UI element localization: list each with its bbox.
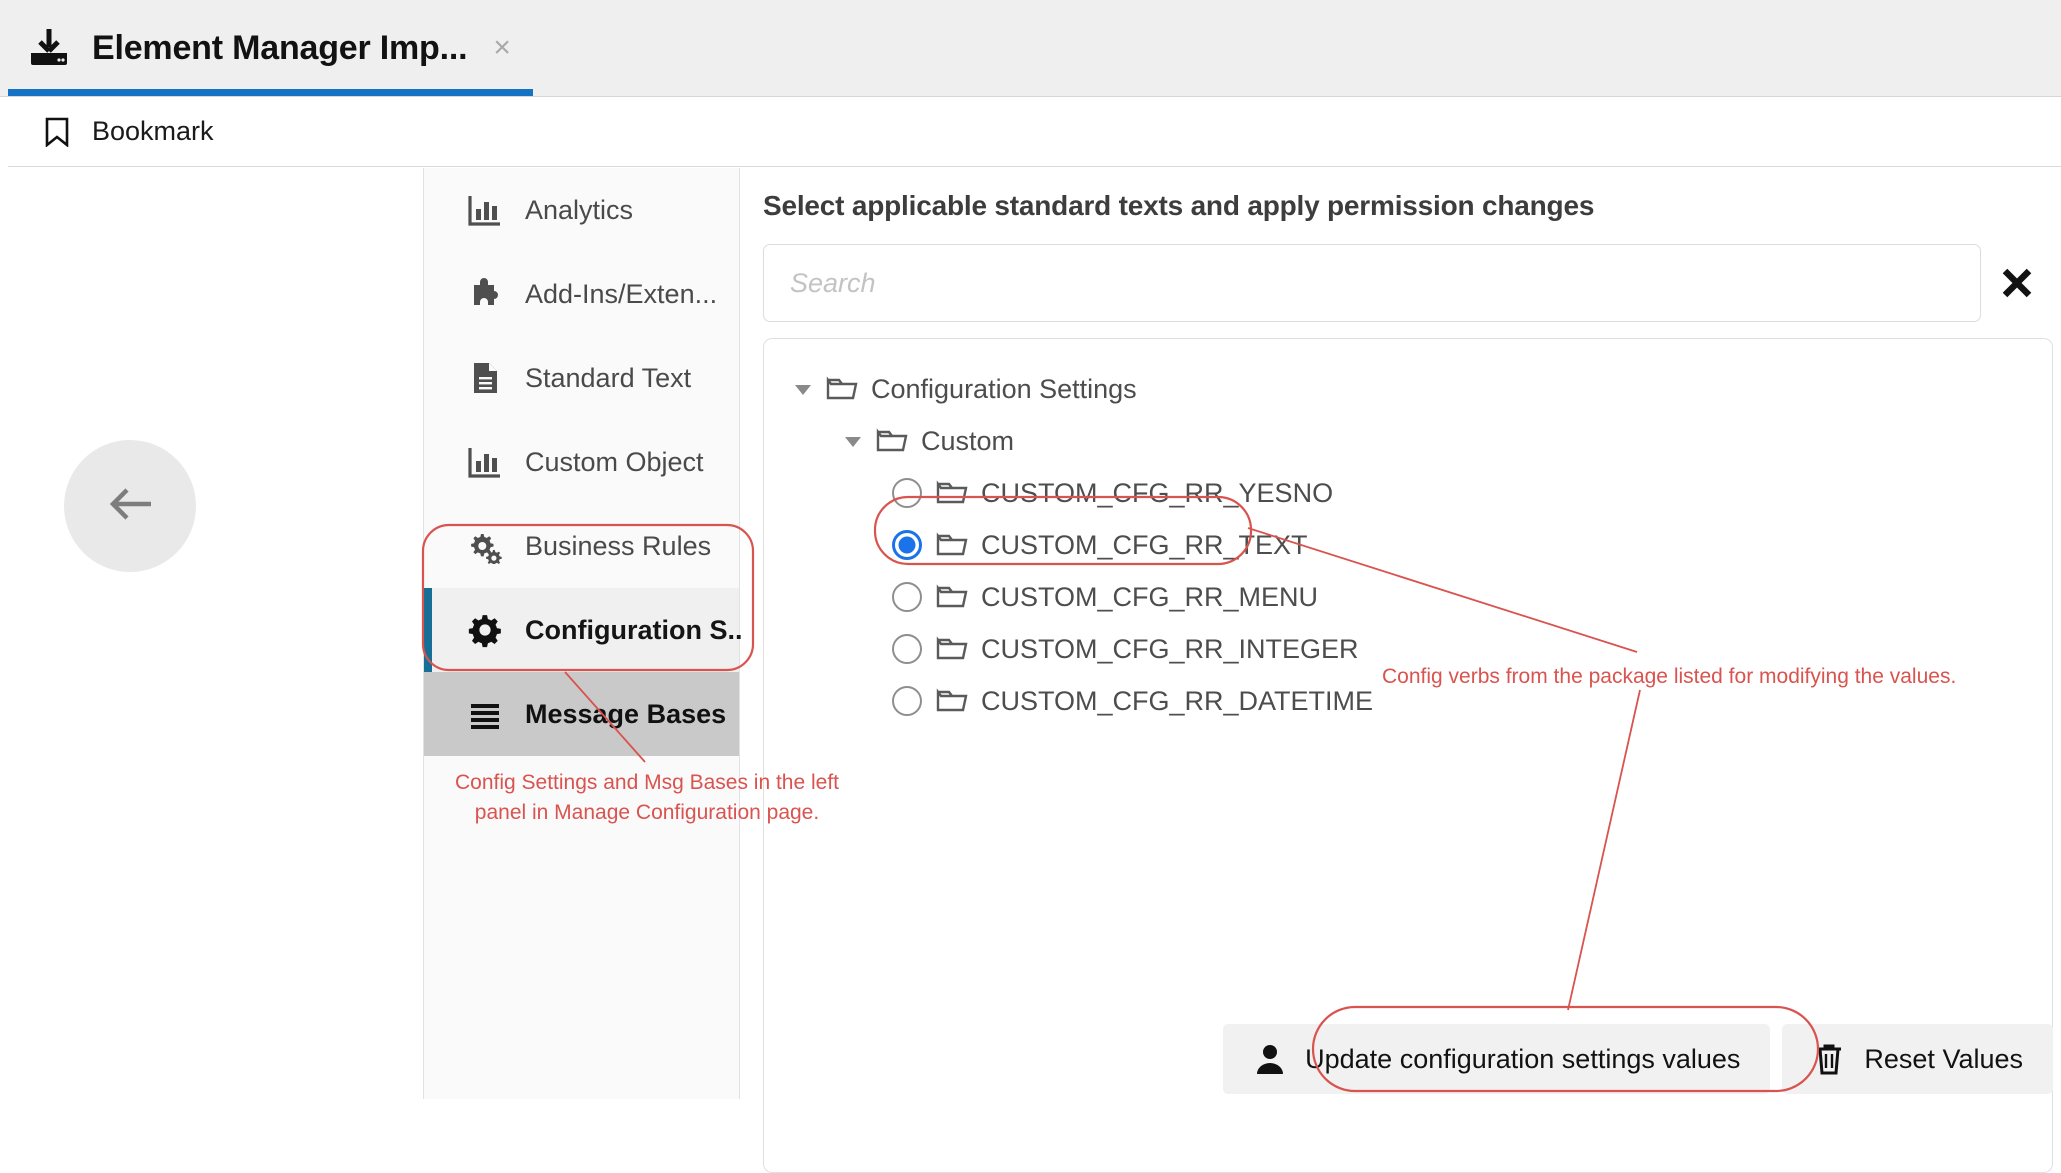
- sidebar-item-business-rules[interactable]: Business Rules: [424, 504, 739, 588]
- folder-icon: [826, 375, 858, 403]
- folder-icon: [876, 427, 908, 455]
- tree-row[interactable]: Configuration Settings: [764, 363, 2052, 415]
- tree-item-radio[interactable]: [892, 634, 922, 664]
- back-button[interactable]: [64, 440, 196, 572]
- tree-item-radio[interactable]: [892, 478, 922, 508]
- close-icon[interactable]: ×: [493, 33, 511, 63]
- sidebar-item-analytics[interactable]: Analytics: [424, 168, 739, 252]
- tree-item-label: CUSTOM_CFG_RR_INTEGER: [981, 634, 1359, 665]
- main-content-panel: Select applicable standard texts and app…: [741, 168, 2061, 1099]
- sidebar-item-label: Message Bases: [525, 699, 726, 730]
- puzzle-piece-icon: [467, 276, 503, 312]
- tree-item-radio[interactable]: [892, 686, 922, 716]
- gears-icon: [467, 528, 503, 564]
- folder-icon: [936, 531, 968, 559]
- tree-item-label: Configuration Settings: [871, 374, 1137, 405]
- button-label: Reset Values: [1864, 1044, 2023, 1075]
- sidebar-item-label: Add-Ins/Exten...: [525, 279, 717, 310]
- tree-item-label: CUSTOM_CFG_RR_MENU: [981, 582, 1318, 613]
- sidebar-item-label: Custom Object: [525, 447, 704, 478]
- sidebar-item-add-ins-extensions[interactable]: Add-Ins/Exten...: [424, 252, 739, 336]
- folder-icon: [936, 479, 968, 507]
- search-input[interactable]: [788, 245, 1980, 321]
- tree-row[interactable]: CUSTOM_CFG_RR_YESNO: [764, 467, 2052, 519]
- sidebar-item-label: Standard Text: [525, 363, 691, 394]
- bookmark-label: Bookmark: [92, 116, 214, 147]
- tree-item-label: CUSTOM_CFG_RR_DATETIME: [981, 686, 1373, 717]
- tree-item-label: CUSTOM_CFG_RR_TEXT: [981, 530, 1308, 561]
- bar-chart-icon: [467, 444, 503, 480]
- sidebar-item-configuration-settings[interactable]: Configuration S...: [424, 588, 739, 672]
- search-row: [763, 244, 2053, 322]
- bookmark-bar[interactable]: Bookmark: [8, 97, 2061, 167]
- page-title: Select applicable standard texts and app…: [763, 190, 1594, 222]
- close-x-icon[interactable]: [1981, 244, 2053, 322]
- tree-row[interactable]: CUSTOM_CFG_RR_TEXT: [764, 519, 2052, 571]
- tree-row[interactable]: Custom: [764, 415, 2052, 467]
- annotation-text-left: Config Settings and Msg Bases in the lef…: [452, 768, 842, 829]
- user-icon: [1253, 1042, 1287, 1076]
- left-empty-panel: [0, 168, 422, 1099]
- footer-actions: Update configuration settings values Res…: [1223, 1019, 2053, 1099]
- document-icon: [467, 360, 503, 396]
- trash-icon: [1812, 1042, 1846, 1076]
- download-icon: [26, 25, 72, 71]
- arrow-left-icon: [103, 484, 157, 529]
- sidebar-item-label: Configuration S...: [525, 615, 750, 646]
- sidebar-item-label: Business Rules: [525, 531, 711, 562]
- update-configuration-settings-values-button[interactable]: Update configuration settings values: [1223, 1024, 1770, 1094]
- sidebar-item-label: Analytics: [525, 195, 633, 226]
- caret-down-icon[interactable]: [840, 428, 866, 454]
- reset-values-button[interactable]: Reset Values: [1782, 1024, 2053, 1094]
- configuration-sidebar: Analytics Add-Ins/Exten... Standard: [423, 168, 740, 1099]
- tree-item-label: Custom: [921, 426, 1014, 457]
- sidebar-item-message-bases[interactable]: Message Bases: [424, 672, 739, 756]
- folder-icon: [936, 635, 968, 663]
- caret-down-icon[interactable]: [790, 376, 816, 402]
- sidebar-item-custom-object[interactable]: Custom Object: [424, 420, 739, 504]
- tree-item-radio[interactable]: [892, 582, 922, 612]
- search-box[interactable]: [763, 244, 1981, 322]
- list-lines-icon: [467, 696, 503, 732]
- window-title: Element Manager Imp...: [92, 29, 467, 68]
- gear-icon: [467, 612, 503, 648]
- bookmark-icon: [44, 117, 70, 147]
- sidebar-item-standard-text[interactable]: Standard Text: [424, 336, 739, 420]
- bar-chart-icon: [467, 192, 503, 228]
- window-title-bar: Element Manager Imp... ×: [0, 0, 2061, 96]
- active-tab-underline: [8, 89, 533, 96]
- folder-icon: [936, 687, 968, 715]
- page-body: Analytics Add-Ins/Exten... Standard: [0, 168, 2061, 1099]
- annotation-text-right: Config verbs from the package listed for…: [1382, 662, 1962, 692]
- folder-icon: [936, 583, 968, 611]
- tree-row[interactable]: CUSTOM_CFG_RR_MENU: [764, 571, 2052, 623]
- tree-item-label: CUSTOM_CFG_RR_YESNO: [981, 478, 1333, 509]
- button-label: Update configuration settings values: [1305, 1044, 1740, 1075]
- tree-item-radio[interactable]: [892, 530, 922, 560]
